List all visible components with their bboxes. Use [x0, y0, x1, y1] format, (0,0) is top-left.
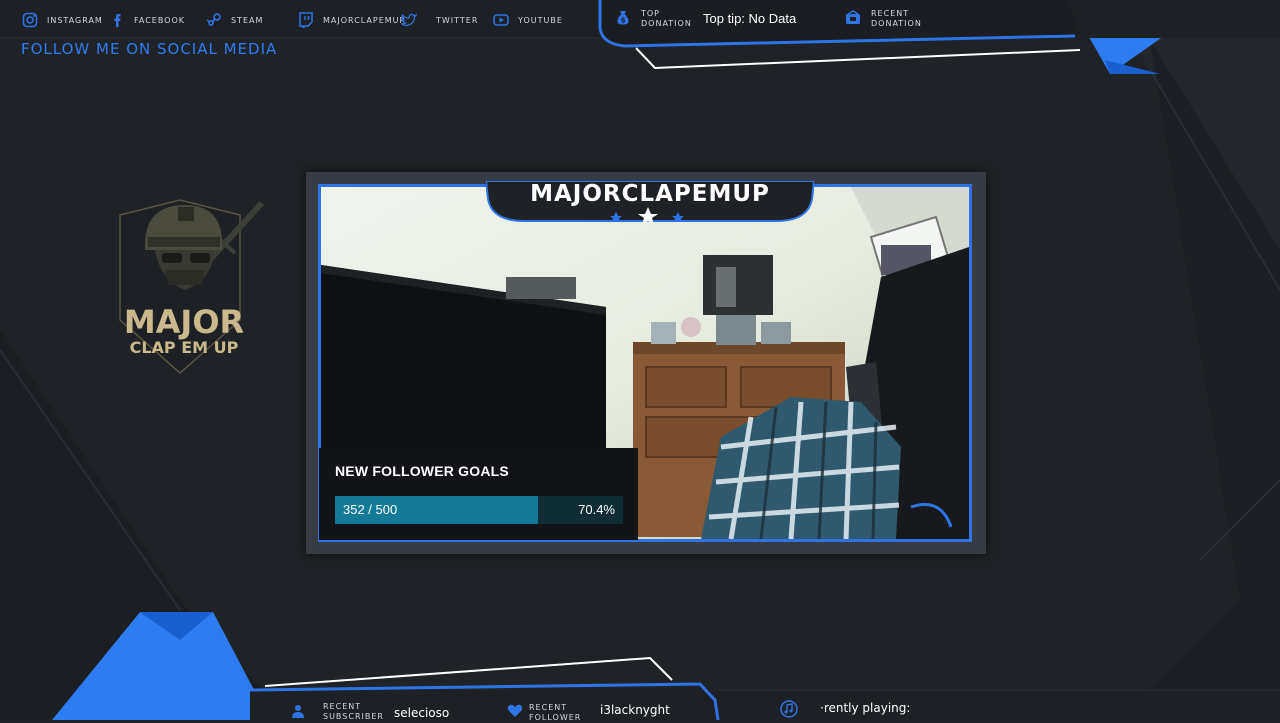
social-label: YOUTUBE	[518, 15, 563, 25]
social-steam[interactable]: STEAM	[205, 10, 263, 30]
youtube-icon	[492, 11, 510, 29]
social-label: STEAM	[231, 15, 264, 25]
channel-logo: MAJOR CLAP EM UP	[110, 195, 270, 384]
top-donation-icon: $	[616, 9, 630, 29]
now-playing-text: ·rently playing:	[820, 701, 911, 715]
recent-follower-label-line2: FOLLOWER	[529, 713, 582, 722]
social-label: FACEBOOK	[134, 15, 186, 25]
steam-icon	[205, 11, 223, 29]
top-donation-label-line1: TOP	[641, 9, 661, 18]
recent-follower-label-line1: RECENT	[529, 703, 568, 712]
twitch-icon	[297, 11, 315, 29]
recent-follower-label: RECENT FOLLOWER	[529, 703, 581, 723]
top-donation-label: TOP DONATION	[641, 9, 692, 29]
top-tip-text: Top tip: No Data	[703, 11, 797, 26]
recent-donation-label-line1: RECENT	[871, 9, 910, 18]
social-facebook[interactable]: FACEBOOK	[108, 10, 185, 30]
recent-subscriber-label-line2: SUBSCRIBER	[323, 712, 384, 721]
instagram-icon	[21, 11, 39, 29]
follower-goal-widget	[319, 448, 638, 540]
top-donation-label-line2: DONATION	[641, 19, 692, 28]
recent-donation-label-line2: DONATION	[871, 19, 922, 28]
goal-percent: 70.4%	[578, 502, 615, 517]
goal-count: 352 / 500	[343, 502, 398, 517]
goal-title: NEW FOLLOWER GOALS	[335, 463, 509, 479]
social-instagram[interactable]: INSTAGRAM	[21, 10, 103, 30]
social-label: INSTAGRAM	[47, 15, 103, 25]
social-label: MAJORCLAPEMUP	[323, 15, 406, 25]
recent-follower-name: i3lacknyght	[600, 703, 670, 717]
social-twitch[interactable]: MAJORCLAPEMUP	[297, 10, 405, 30]
recent-subscriber-name: selecioso	[394, 706, 450, 720]
twitter-icon	[400, 11, 418, 29]
social-label: TWITTER	[436, 15, 479, 25]
social-youtube[interactable]: YOUTUBE	[492, 10, 563, 30]
logo-line2: CLAP EM UP	[130, 338, 239, 357]
subscriber-icon	[291, 703, 305, 722]
recent-subscriber-label: RECENT SUBSCRIBER	[323, 702, 384, 722]
logo-graphic: MAJOR CLAP EM UP	[119, 199, 265, 375]
recent-donation-icon	[845, 10, 861, 30]
follower-heart-icon	[507, 703, 523, 722]
logo-line1: MAJOR	[124, 303, 244, 341]
social-twitter[interactable]: TWITTER	[400, 10, 478, 30]
svg-text:$: $	[621, 17, 626, 25]
music-icon	[780, 700, 798, 722]
recent-subscriber-label-line1: RECENT	[323, 702, 362, 711]
social-bar: INSTAGRAM FACEBOOK STEAM MAJORCLAPEMUP T…	[0, 0, 600, 38]
recent-donation-label: RECENT DONATION	[871, 9, 922, 29]
facebook-icon	[108, 11, 126, 29]
follow-title: FOLLOW ME ON SOCIAL MEDIA	[21, 40, 278, 58]
streamer-name: MAJORCLAPEMUP	[530, 181, 770, 207]
